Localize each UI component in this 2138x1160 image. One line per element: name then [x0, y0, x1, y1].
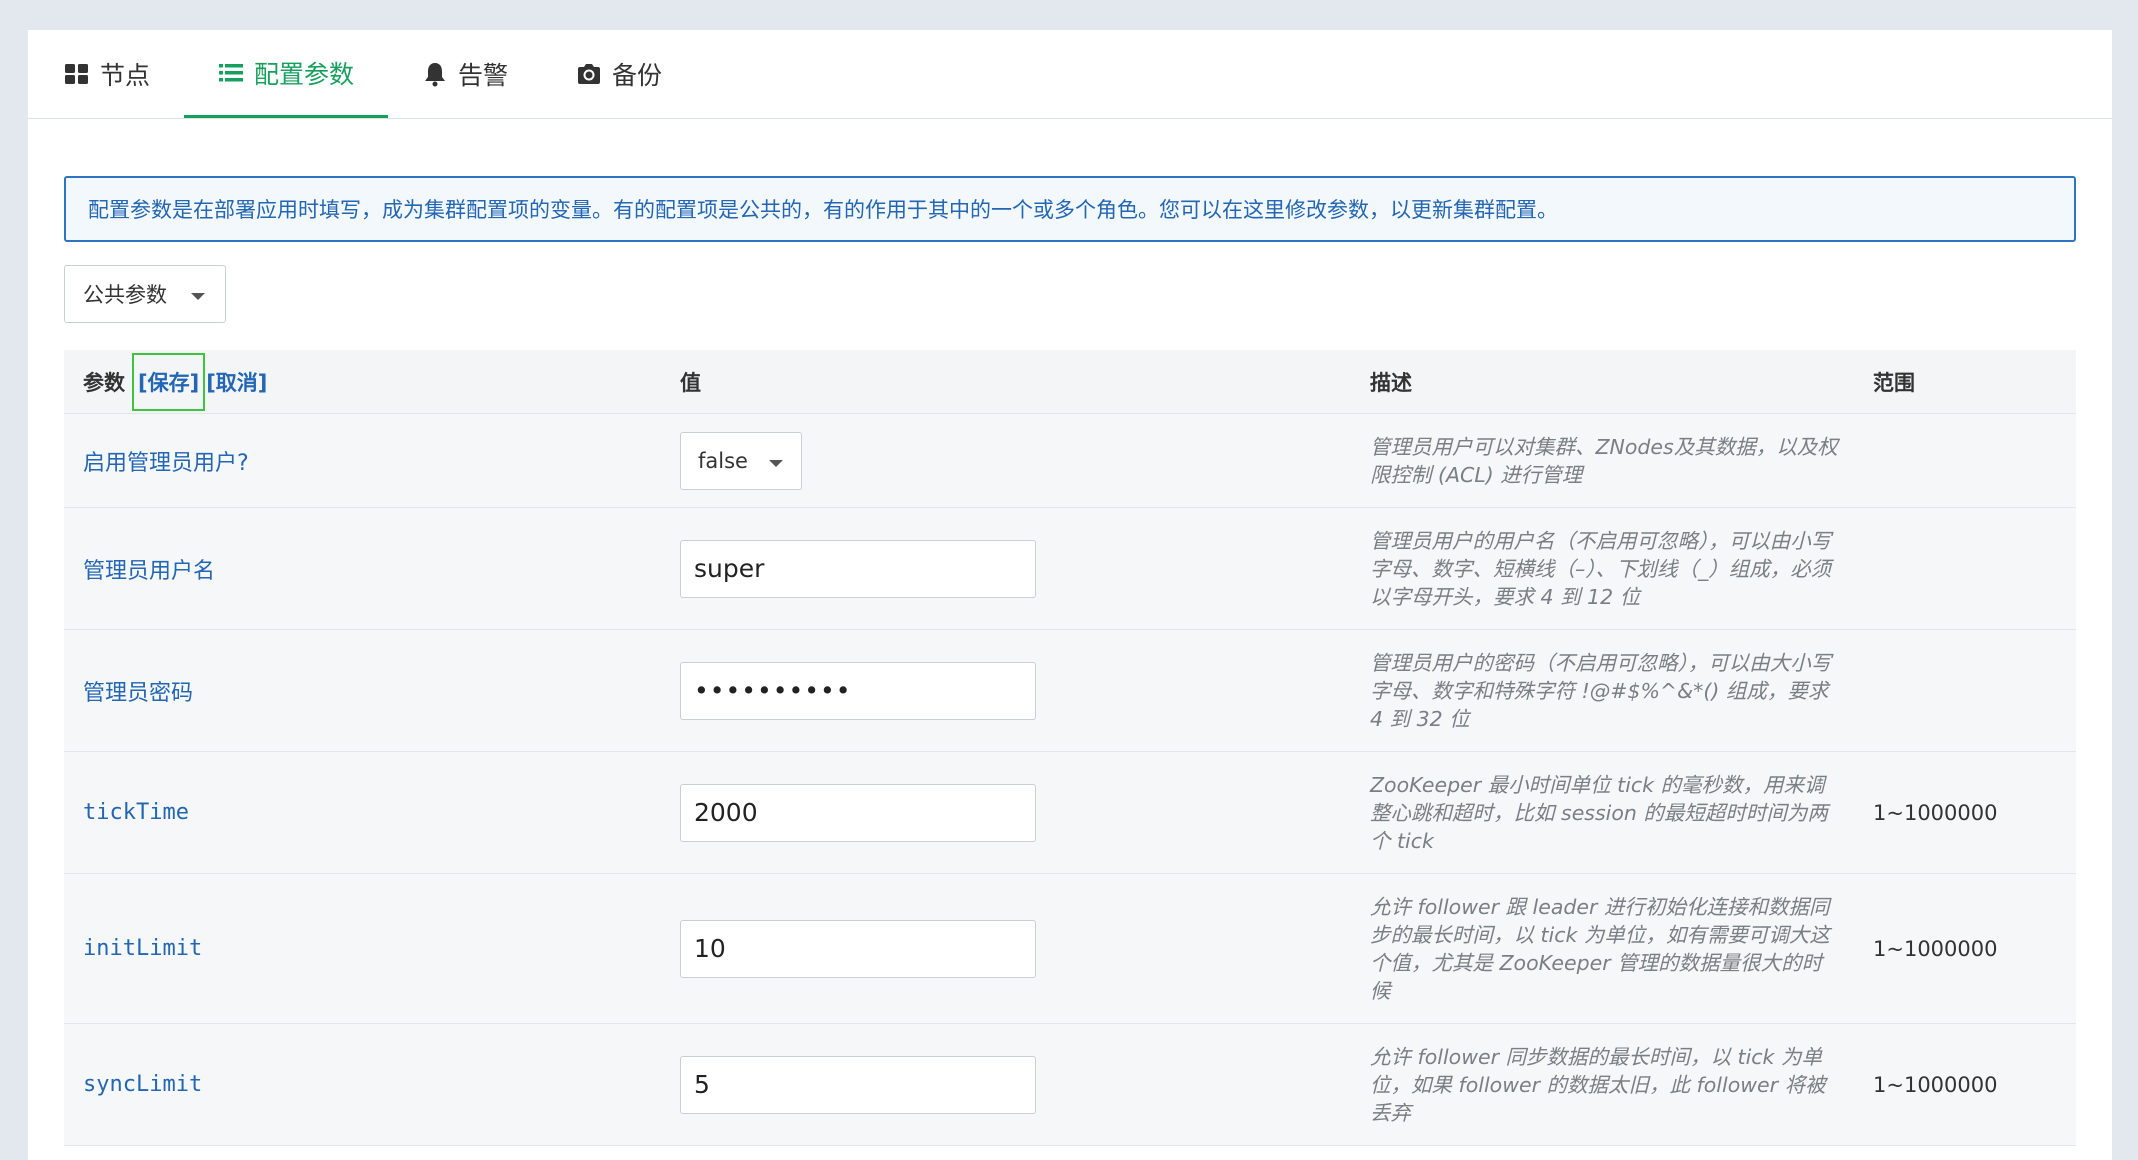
range-cell: 1~1000000 [1873, 1024, 2073, 1145]
table-row: 管理员用户名 管理员用户的用户名（不启用可忽略），可以由小写字母、数字、短横线（… [64, 508, 2076, 630]
admin-username-input[interactable] [680, 539, 1036, 598]
param-cell: 管理员用户名 [83, 508, 643, 629]
enable-admin-select[interactable]: false [680, 431, 802, 490]
tab-alerts[interactable]: 告警 [388, 30, 542, 118]
param-description: 允许 follower 跟 leader 进行初始化连接和数据同步的最长时间，以… [1370, 894, 1830, 1003]
desc-cell: 管理员用户的密码（不启用可忽略），可以由大小写字母、数字和特殊字符 !@#$%^… [1370, 630, 1840, 751]
camera-icon [576, 61, 602, 87]
info-message: 配置参数是在部署应用时填写，成为集群配置项的变量。有的配置项是公共的，有的作用于… [64, 176, 2076, 242]
ticktime-input[interactable] [680, 783, 1036, 842]
range-cell [1873, 414, 2073, 507]
table-row: 启用管理员用户? false 管理员用户可以对集群、ZNodes及其数据，以及权… [64, 414, 2076, 508]
table-header: 参数 [保存] [取消] 值 描述 范围 [64, 350, 2076, 414]
value-cell [680, 752, 1340, 873]
param-cell: tickTime [83, 752, 643, 873]
desc-cell: 管理员用户的用户名（不启用可忽略），可以由小写字母、数字、短横线（–）、下划线（… [1370, 508, 1840, 629]
param-description: 管理员用户的用户名（不启用可忽略），可以由小写字母、数字、短横线（–）、下划线（… [1370, 528, 1832, 609]
enable-admin-value: false [698, 448, 748, 473]
param-label: syncLimit [83, 1072, 203, 1097]
desc-cell: ZooKeeper 最小时间单位 tick 的毫秒数，用来调整心跳和超时，比如 … [1370, 752, 1840, 873]
chevron-down-icon [191, 293, 205, 300]
tab-label: 备份 [612, 61, 663, 90]
tab-config-params[interactable]: 配置参数 [184, 30, 389, 118]
value-cell: false [680, 414, 1340, 507]
grid-icon [64, 61, 90, 87]
value-cell [680, 1024, 1340, 1145]
initlimit-input[interactable] [680, 919, 1036, 978]
desc-cell: 允许 follower 跟 leader 进行初始化连接和数据同步的最长时间，以… [1370, 874, 1840, 1023]
tab-backup[interactable]: 备份 [542, 30, 696, 118]
params-table: 参数 [保存] [取消] 值 描述 范围 启用管理员用户? false 管理员用… [64, 350, 2076, 1146]
param-label: initLimit [83, 936, 203, 961]
header-param: 参数 [83, 370, 125, 395]
tab-label: 配置参数 [254, 59, 355, 89]
range-cell [1873, 630, 2073, 751]
table-row: tickTime ZooKeeper 最小时间单位 tick 的毫秒数，用来调整… [64, 752, 2076, 874]
param-label: 启用管理员用户? [83, 450, 249, 476]
list-icon [218, 60, 244, 86]
param-range: 1~1000000 [1873, 800, 1998, 825]
header-value: 值 [680, 370, 701, 395]
header-param-cell: 参数 [保存] [取消] [83, 350, 643, 413]
header-range-cell: 范围 [1873, 350, 2073, 413]
param-description: ZooKeeper 最小时间单位 tick 的毫秒数，用来调整心跳和超时，比如 … [1370, 772, 1828, 853]
param-cell: initLimit [83, 874, 643, 1023]
value-cell [680, 630, 1340, 751]
cancel-link[interactable]: [取消] [206, 367, 267, 397]
header-range: 范围 [1873, 370, 1915, 395]
range-cell [1873, 508, 2073, 629]
header-desc: 描述 [1370, 370, 1412, 395]
table-row: syncLimit 允许 follower 同步数据的最长时间，以 tick 为… [64, 1024, 2076, 1146]
table-row: 管理员密码 管理员用户的密码（不启用可忽略），可以由大小写字母、数字和特殊字符 … [64, 630, 2076, 752]
tab-bar: 节点 配置参数 告警 备份 [28, 30, 2112, 119]
param-label: tickTime [83, 800, 189, 825]
parameter-group-value: 公共参数 [83, 283, 167, 307]
param-cell: 启用管理员用户? [83, 414, 643, 507]
param-range: 1~1000000 [1873, 1072, 1998, 1097]
header-desc-cell: 描述 [1370, 350, 1840, 413]
admin-password-input[interactable] [680, 661, 1036, 720]
table-row: initLimit 允许 follower 跟 leader 进行初始化连接和数… [64, 874, 2076, 1024]
param-cell: 管理员密码 [83, 630, 643, 751]
param-label: 管理员密码 [83, 680, 194, 706]
param-cell: syncLimit [83, 1024, 643, 1145]
param-label: 管理员用户名 [83, 558, 216, 584]
save-link[interactable]: [保存] [132, 352, 206, 411]
tab-nodes[interactable]: 节点 [28, 30, 184, 118]
desc-cell: 管理员用户可以对集群、ZNodes及其数据，以及权限控制 (ACL) 进行管理 [1370, 414, 1840, 507]
param-description: 管理员用户的密码（不启用可忽略），可以由大小写字母、数字和特殊字符 !@#$%^… [1370, 650, 1832, 731]
param-description: 管理员用户可以对集群、ZNodes及其数据，以及权限控制 (ACL) 进行管理 [1370, 434, 1838, 487]
tab-label: 节点 [100, 61, 151, 90]
chevron-down-icon [769, 459, 783, 467]
header-value-cell: 值 [680, 350, 1340, 413]
param-range: 1~1000000 [1873, 936, 1998, 961]
bell-icon [422, 61, 448, 87]
config-panel: 节点 配置参数 告警 备份 配置参数是在部署应用时填写，成为集群配置项的变量。有… [28, 30, 2112, 1160]
param-description: 允许 follower 同步数据的最长时间，以 tick 为单位，如果 foll… [1370, 1044, 1826, 1125]
range-cell: 1~1000000 [1873, 752, 2073, 873]
value-cell [680, 508, 1340, 629]
value-cell [680, 874, 1340, 1023]
desc-cell: 允许 follower 同步数据的最长时间，以 tick 为单位，如果 foll… [1370, 1024, 1840, 1145]
synclimit-input[interactable] [680, 1055, 1036, 1114]
tab-label: 告警 [458, 61, 509, 90]
parameter-group-select[interactable]: 公共参数 [64, 265, 226, 323]
range-cell: 1~1000000 [1873, 874, 2073, 1023]
